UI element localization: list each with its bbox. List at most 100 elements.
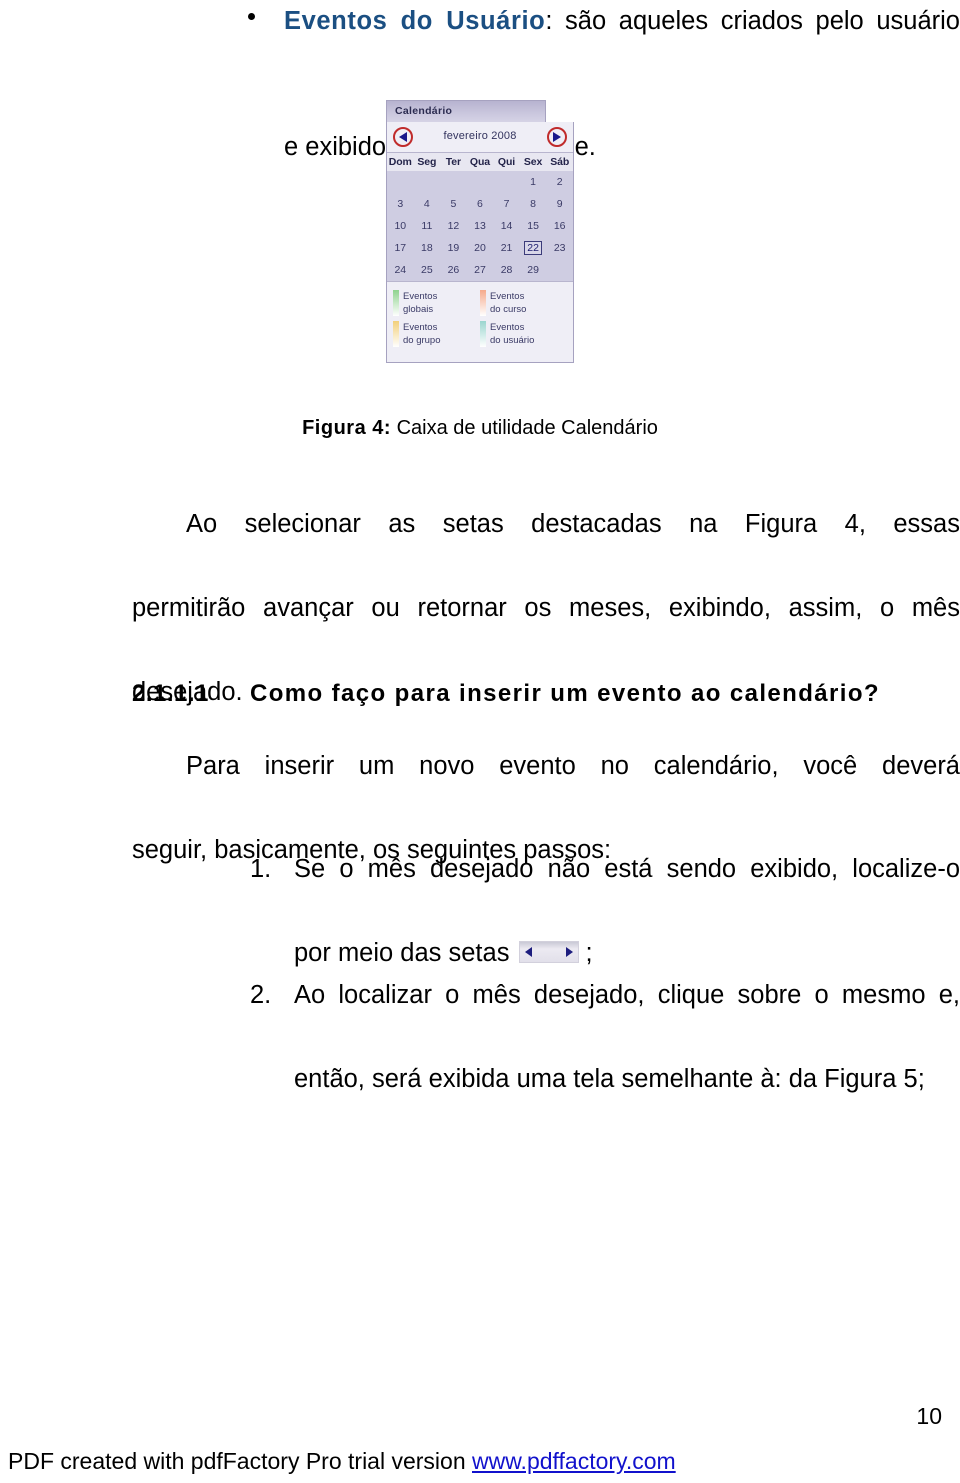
- legend-label-line2: globais: [403, 304, 434, 315]
- day-cell[interactable]: 4: [414, 193, 441, 215]
- day-cell[interactable]: 1: [520, 171, 547, 193]
- calendar-titlebar: Calendário: [386, 100, 546, 123]
- step-number: 2.: [250, 981, 272, 1009]
- calendar-weekday-row: Dom Seg Ter Qua Qui Sex Sáb: [387, 153, 573, 171]
- legend-swatch-green: [393, 290, 399, 316]
- day-cell-selected[interactable]: 22: [520, 237, 547, 259]
- day-cell[interactable]: 29: [520, 259, 547, 281]
- day-cell[interactable]: 24: [387, 259, 414, 281]
- legend-item-user-events[interactable]: Eventos do usuário: [480, 321, 567, 347]
- day-cell[interactable]: 2: [546, 171, 573, 193]
- calendar-block: Calendário fevereiro 2008 Dom Seg Ter Qu…: [386, 100, 574, 363]
- calendar-figure: Calendário fevereiro 2008 Dom Seg Ter Qu…: [0, 100, 960, 363]
- day-cell[interactable]: [414, 171, 441, 193]
- day-cell[interactable]: 28: [493, 259, 520, 281]
- legend-swatch-yellow: [393, 321, 399, 347]
- weekday-header: Seg: [413, 153, 441, 171]
- selected-day-label: 22: [524, 241, 542, 255]
- pdffactory-link[interactable]: www.pdffactory.com: [472, 1448, 676, 1474]
- bullet-term-rest: : são aqueles criados pelo usuário: [545, 7, 960, 35]
- calendar-weeks: 1 2 3 4 5 6 7 8 9 10 11 12 13 14 15 16 1…: [387, 171, 573, 281]
- legend-label-line1: Eventos: [490, 322, 525, 333]
- legend-item-course-events[interactable]: Eventos do curso: [480, 290, 567, 316]
- day-cell[interactable]: 6: [467, 193, 494, 215]
- right-arrow-icon: [566, 947, 574, 958]
- day-cell[interactable]: 12: [440, 215, 467, 237]
- paragraph-steps-line1: Para inserir um novo evento no calendári…: [186, 752, 960, 780]
- step-1-line1: Se o mês desejado não está sendo exibido…: [294, 855, 960, 883]
- paragraph-arrows-line2: permitirão avançar ou retornar os meses,…: [132, 594, 960, 622]
- day-cell[interactable]: 15: [520, 215, 547, 237]
- step-2-line2: então, será exibida uma tela semelhante …: [294, 1065, 925, 1093]
- figure-caption-text: Caixa de utilidade Calendário: [391, 417, 658, 439]
- day-cell[interactable]: 7: [493, 193, 520, 215]
- step-1-line2-after: ;: [585, 939, 593, 967]
- day-cell[interactable]: 14: [493, 215, 520, 237]
- day-cell[interactable]: 5: [440, 193, 467, 215]
- next-month-button[interactable]: [547, 127, 567, 147]
- list-item-step-2: 2. Ao localizar o mês desejado, clique s…: [250, 974, 960, 1100]
- calendar-week-row: 10 11 12 13 14 15 16: [387, 215, 573, 237]
- calendar-grid: Dom Seg Ter Qua Qui Sex Sáb 1 2 3 4 5 6 …: [387, 153, 573, 281]
- day-cell[interactable]: [387, 171, 414, 193]
- day-cell[interactable]: 25: [414, 259, 441, 281]
- day-cell[interactable]: 23: [546, 237, 573, 259]
- figure-caption: Figura 4: Caixa de utilidade Calendário: [0, 417, 960, 440]
- legend-item-global-events[interactable]: Eventos globais: [393, 290, 480, 316]
- weekday-header: Qua: [466, 153, 494, 171]
- calendar-body: fevereiro 2008 Dom Seg Ter Qua Qui Sex S…: [386, 122, 574, 363]
- right-arrow-icon: [553, 132, 561, 142]
- day-cell[interactable]: 26: [440, 259, 467, 281]
- day-cell[interactable]: 9: [546, 193, 573, 215]
- weekday-header: Sáb: [546, 153, 573, 171]
- page-number: 10: [916, 1403, 942, 1429]
- pdf-watermark-text: PDF created with pdfFactory Pro trial ve…: [8, 1448, 472, 1474]
- day-cell[interactable]: [467, 171, 494, 193]
- document-page: Eventos do Usuário: são aqueles criados …: [0, 0, 960, 1483]
- step-1-line2: por meio das setas;: [294, 932, 960, 974]
- calendar-week-row: 1 2: [387, 171, 573, 193]
- day-cell[interactable]: 21: [493, 237, 520, 259]
- legend-label-line1: Eventos: [403, 322, 438, 333]
- day-cell[interactable]: 11: [414, 215, 441, 237]
- weekday-header: Sex: [519, 153, 547, 171]
- legend-item-group-events[interactable]: Eventos do grupo: [393, 321, 480, 347]
- day-cell[interactable]: 19: [440, 237, 467, 259]
- calendar-week-row: 17 18 19 20 21 22 23: [387, 237, 573, 259]
- step-number: 1.: [250, 855, 272, 883]
- weekday-header: Qui: [493, 153, 520, 171]
- legend-label: Eventos do curso: [490, 290, 526, 316]
- legend-label-line1: Eventos: [490, 291, 525, 302]
- legend-swatch-teal: [480, 321, 486, 347]
- left-arrow-icon: [525, 947, 533, 958]
- day-cell[interactable]: 27: [467, 259, 494, 281]
- day-cell[interactable]: 20: [467, 237, 494, 259]
- calendar-legend: Eventos globais Eventos do curso Eventos…: [387, 281, 573, 362]
- calendar-nav: fevereiro 2008: [387, 122, 573, 153]
- day-cell[interactable]: 13: [467, 215, 494, 237]
- paragraph-arrows-line1: Ao selecionar as setas destacadas na Fig…: [186, 510, 960, 538]
- calendar-title: Calendário: [395, 105, 453, 117]
- legend-label: Eventos globais: [403, 290, 437, 316]
- day-cell[interactable]: 18: [414, 237, 441, 259]
- legend-label-line2: do grupo: [403, 335, 441, 346]
- bullet-term: Eventos do Usuário: [284, 7, 546, 35]
- legend-label-line2: do curso: [490, 304, 527, 315]
- legend-label: Eventos do usuário: [490, 321, 534, 347]
- day-cell[interactable]: 16: [546, 215, 573, 237]
- steps-list: 1. Se o mês desejado não está sendo exib…: [250, 848, 960, 1100]
- day-cell[interactable]: 17: [387, 237, 414, 259]
- weekday-header: Ter: [440, 153, 467, 171]
- day-cell[interactable]: [546, 259, 573, 281]
- step-1-line2-before: por meio das setas: [294, 939, 510, 967]
- day-cell[interactable]: 3: [387, 193, 414, 215]
- section-heading-title: Como faço para inserir um evento ao cale…: [250, 680, 880, 707]
- day-cell[interactable]: 10: [387, 215, 414, 237]
- day-cell[interactable]: 8: [520, 193, 547, 215]
- calendar-month-label: fevereiro 2008: [443, 130, 517, 142]
- day-cell[interactable]: [440, 171, 467, 193]
- day-cell[interactable]: [493, 171, 520, 193]
- section-heading-number: 2.1.1.1: [132, 680, 209, 707]
- list-item-step-1: 1. Se o mês desejado não está sendo exib…: [250, 848, 960, 974]
- step-2-line1: Ao localizar o mês desejado, clique sobr…: [294, 981, 960, 1009]
